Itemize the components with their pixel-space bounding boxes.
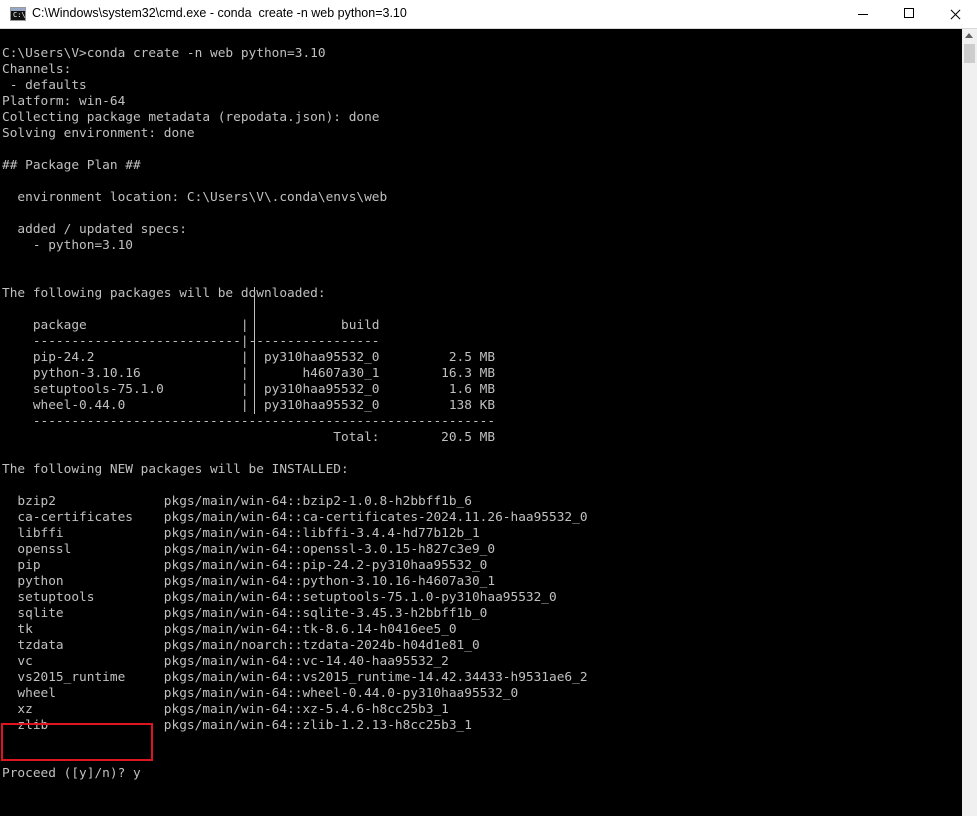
console-line: Solving environment: done bbox=[2, 126, 195, 141]
minimize-icon bbox=[858, 14, 868, 15]
console-line: ----------------------------------------… bbox=[2, 414, 496, 429]
title-bar[interactable]: C:\ C:\Windows\system32\cmd.exe - conda … bbox=[0, 0, 977, 29]
console-line: The following packages will be downloade… bbox=[2, 286, 326, 301]
console-line: - python=3.10 bbox=[2, 238, 133, 253]
vertical-scrollbar[interactable] bbox=[962, 29, 977, 816]
console-line: setuptools pkgs/main/win-64::setuptools-… bbox=[2, 590, 557, 605]
console-line: tk pkgs/main/win-64::tk-8.6.14-h0416ee5_… bbox=[2, 622, 457, 637]
table-column-separator bbox=[254, 287, 255, 414]
console-line: ---------------------------|------------… bbox=[2, 334, 380, 349]
console-line: wheel-0.44.0 | py310haa95532_0 138 KB bbox=[2, 398, 496, 413]
window-title: C:\Windows\system32\cmd.exe - conda crea… bbox=[32, 6, 407, 20]
console-line: Platform: win-64 bbox=[2, 94, 126, 109]
console-line: Collecting package metadata (repodata.js… bbox=[2, 110, 380, 125]
console-line: environment location: C:\Users\V\.conda\… bbox=[2, 190, 388, 205]
scroll-up-arrow-icon[interactable] bbox=[965, 33, 973, 38]
console-line: python pkgs/main/win-64::python-3.10.16-… bbox=[2, 574, 496, 589]
console-line: tzdata pkgs/main/noarch::tzdata-2024b-h0… bbox=[2, 638, 480, 653]
cmd-icon[interactable]: C:\ bbox=[10, 7, 26, 21]
console-line: vc pkgs/main/win-64::vc-14.40-haa95532_2 bbox=[2, 654, 449, 669]
console-line: xz pkgs/main/win-64::xz-5.4.6-h8cc25b3_1 bbox=[2, 702, 449, 717]
console-line: Proceed ([y]/n)? y bbox=[2, 766, 141, 781]
console-line: Total: 20.5 MB bbox=[2, 430, 496, 445]
console-line: wheel pkgs/main/win-64::wheel-0.44.0-py3… bbox=[2, 686, 519, 701]
console-line: - defaults bbox=[2, 78, 87, 93]
console-line: added / updated specs: bbox=[2, 222, 187, 237]
console-line: openssl pkgs/main/win-64::openssl-3.0.15… bbox=[2, 542, 496, 557]
maximize-button[interactable] bbox=[886, 0, 932, 29]
console-line: The following NEW packages will be INSTA… bbox=[2, 462, 349, 477]
console-line: bzip2 pkgs/main/win-64::bzip2-1.0.8-h2bb… bbox=[2, 494, 472, 509]
proceed-prompt-highlight bbox=[1, 723, 153, 761]
console-line: package | build bbox=[2, 318, 380, 333]
console-line: ca-certificates pkgs/main/win-64::ca-cer… bbox=[2, 510, 588, 525]
console-line: C:\Users\V>conda create -n web python=3.… bbox=[2, 46, 326, 61]
console-line: Channels: bbox=[2, 62, 72, 77]
console-line: libffi pkgs/main/win-64::libffi-3.4.4-hd… bbox=[2, 526, 480, 541]
close-button[interactable] bbox=[932, 0, 977, 29]
maximize-icon bbox=[904, 8, 914, 18]
console-line: ## Package Plan ## bbox=[2, 158, 141, 173]
console-line: pip pkgs/main/win-64::pip-24.2-py310haa9… bbox=[2, 558, 488, 573]
console-line: python-3.10.16 | h4607a30_1 16.3 MB bbox=[2, 366, 496, 381]
console-line: setuptools-75.1.0 | py310haa95532_0 1.6 … bbox=[2, 382, 496, 397]
console-line: sqlite pkgs/main/win-64::sqlite-3.45.3-h… bbox=[2, 606, 488, 621]
minimize-button[interactable] bbox=[840, 0, 886, 29]
console-line: pip-24.2 | py310haa95532_0 2.5 MB bbox=[2, 350, 496, 365]
console-line: vs2015_runtime pkgs/main/win-64::vs2015_… bbox=[2, 670, 588, 685]
console-output[interactable]: C:\Users\V>conda create -n web python=3.… bbox=[0, 29, 962, 816]
scroll-thumb[interactable] bbox=[964, 44, 975, 63]
